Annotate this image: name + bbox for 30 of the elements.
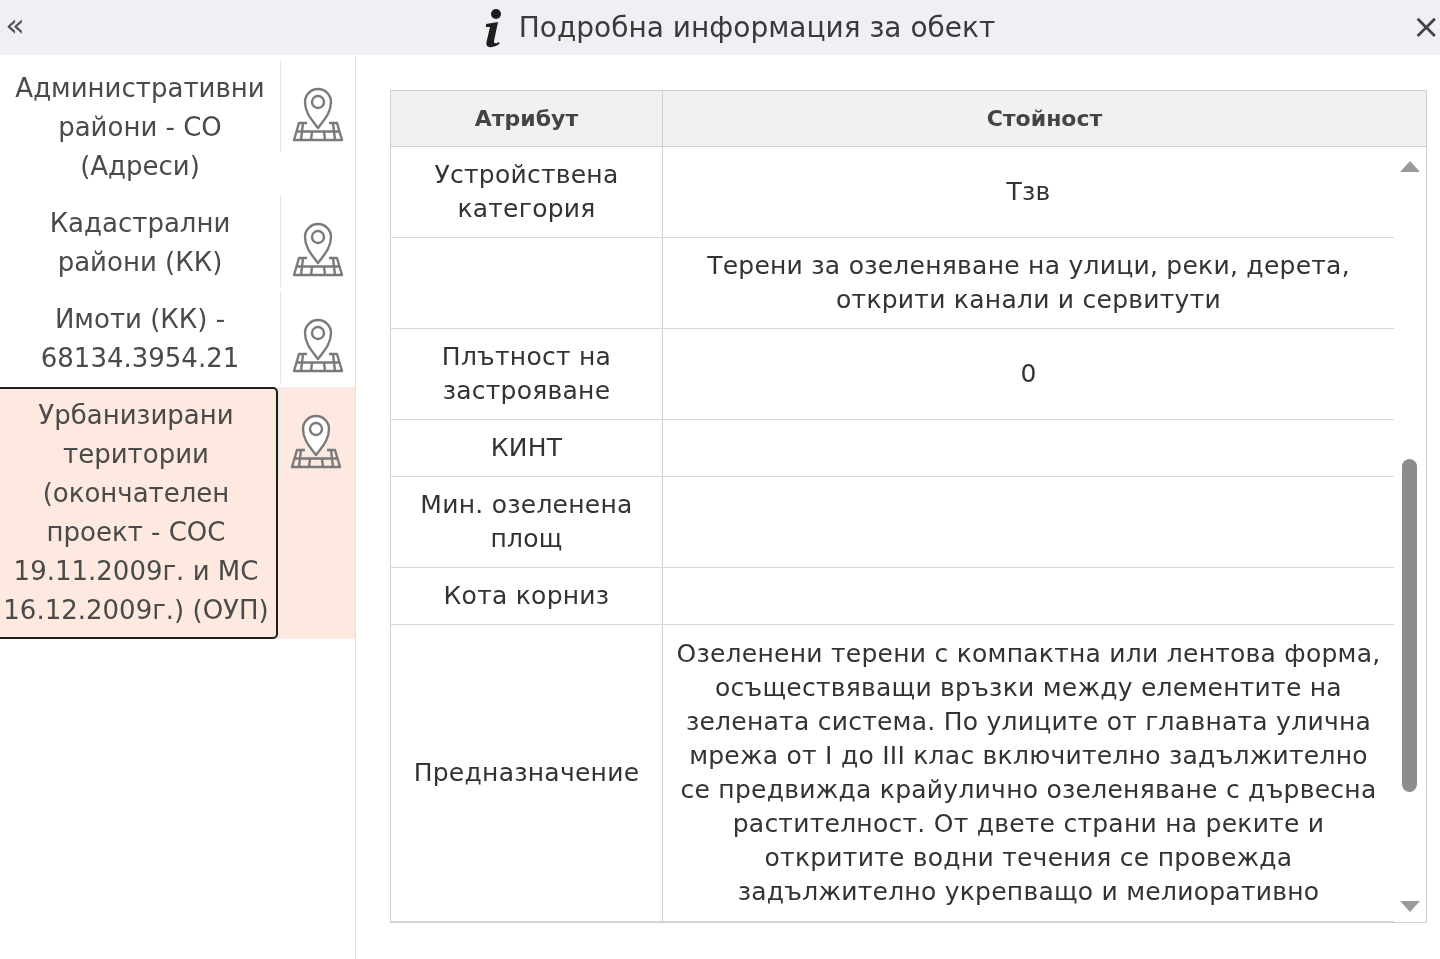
attribute-cell: Предназначение <box>391 625 663 921</box>
layer-row[interactable]: Кадастрални райони (КК) <box>0 195 355 291</box>
attribute-cell: Мин. озеленена площ <box>391 477 663 567</box>
layer-name: Урбанизирани територии (окончателен проект - СОС 19.11.2009г. и МС 16.12.2009г.) (ОУП) <box>0 387 278 639</box>
column-header: Стойност <box>985 105 1104 133</box>
layer-row[interactable]: Урбанизирани територии (окончателен проект - СОС 19.11.2009г. и МС 16.12.2009г.) (ОУП) <box>0 387 355 639</box>
collapse-button[interactable]: « <box>0 8 32 47</box>
layer-name: Имоти (КК) - 68134.3954.21 <box>39 303 241 375</box>
value-cell-text: Тзв <box>1005 176 1052 208</box>
layer-name: Кадастрални райони (КК) <box>48 207 232 279</box>
panel-title: Подробна информация за обект <box>518 11 996 44</box>
map-pin-icon[interactable] <box>289 413 342 469</box>
value-cell-text: 0 <box>1019 358 1038 390</box>
attribute-cell: Устройствена категория <box>391 147 663 237</box>
map-pin-icon[interactable] <box>291 317 344 373</box>
value-cell-text: Озеленени терени с компактна или лентова форма, осъществяващи връзки между елементите на зелената система. По улиците от главната улична мрежа от I до III клас включително задължително се предвижда крайулично озеленяване с дървесна растителност. От двете страни на реките и откритите водни течения се провежда задължително укрепващо и мелиоративно <box>675 638 1382 908</box>
layer-row[interactable]: Административни райони - СО (Адреси) <box>0 60 355 195</box>
attribute-cell: КИНТ <box>391 420 663 476</box>
column-header: Атрибут <box>391 91 663 146</box>
value-cell-text: Терени за озеленяване на улици, реки, дерета, открити канали и сервитути <box>706 250 1351 316</box>
scroll-up-arrow-icon[interactable] <box>1400 161 1420 172</box>
close-button[interactable]: × <box>1412 8 1436 47</box>
map-pin-icon[interactable] <box>291 221 344 277</box>
attribute-cell: Плътност на застрояване <box>391 329 663 419</box>
scroll-down-arrow-icon[interactable] <box>1400 901 1420 912</box>
layer-row[interactable]: Имоти (КК) - 68134.3954.21 <box>0 291 355 387</box>
layer-name: Административни райони - СО (Адреси) <box>14 72 266 183</box>
map-pin-icon[interactable] <box>291 86 344 142</box>
scrollbar-thumb[interactable] <box>1402 459 1417 792</box>
attribute-cell: Кота корниз <box>391 568 663 624</box>
